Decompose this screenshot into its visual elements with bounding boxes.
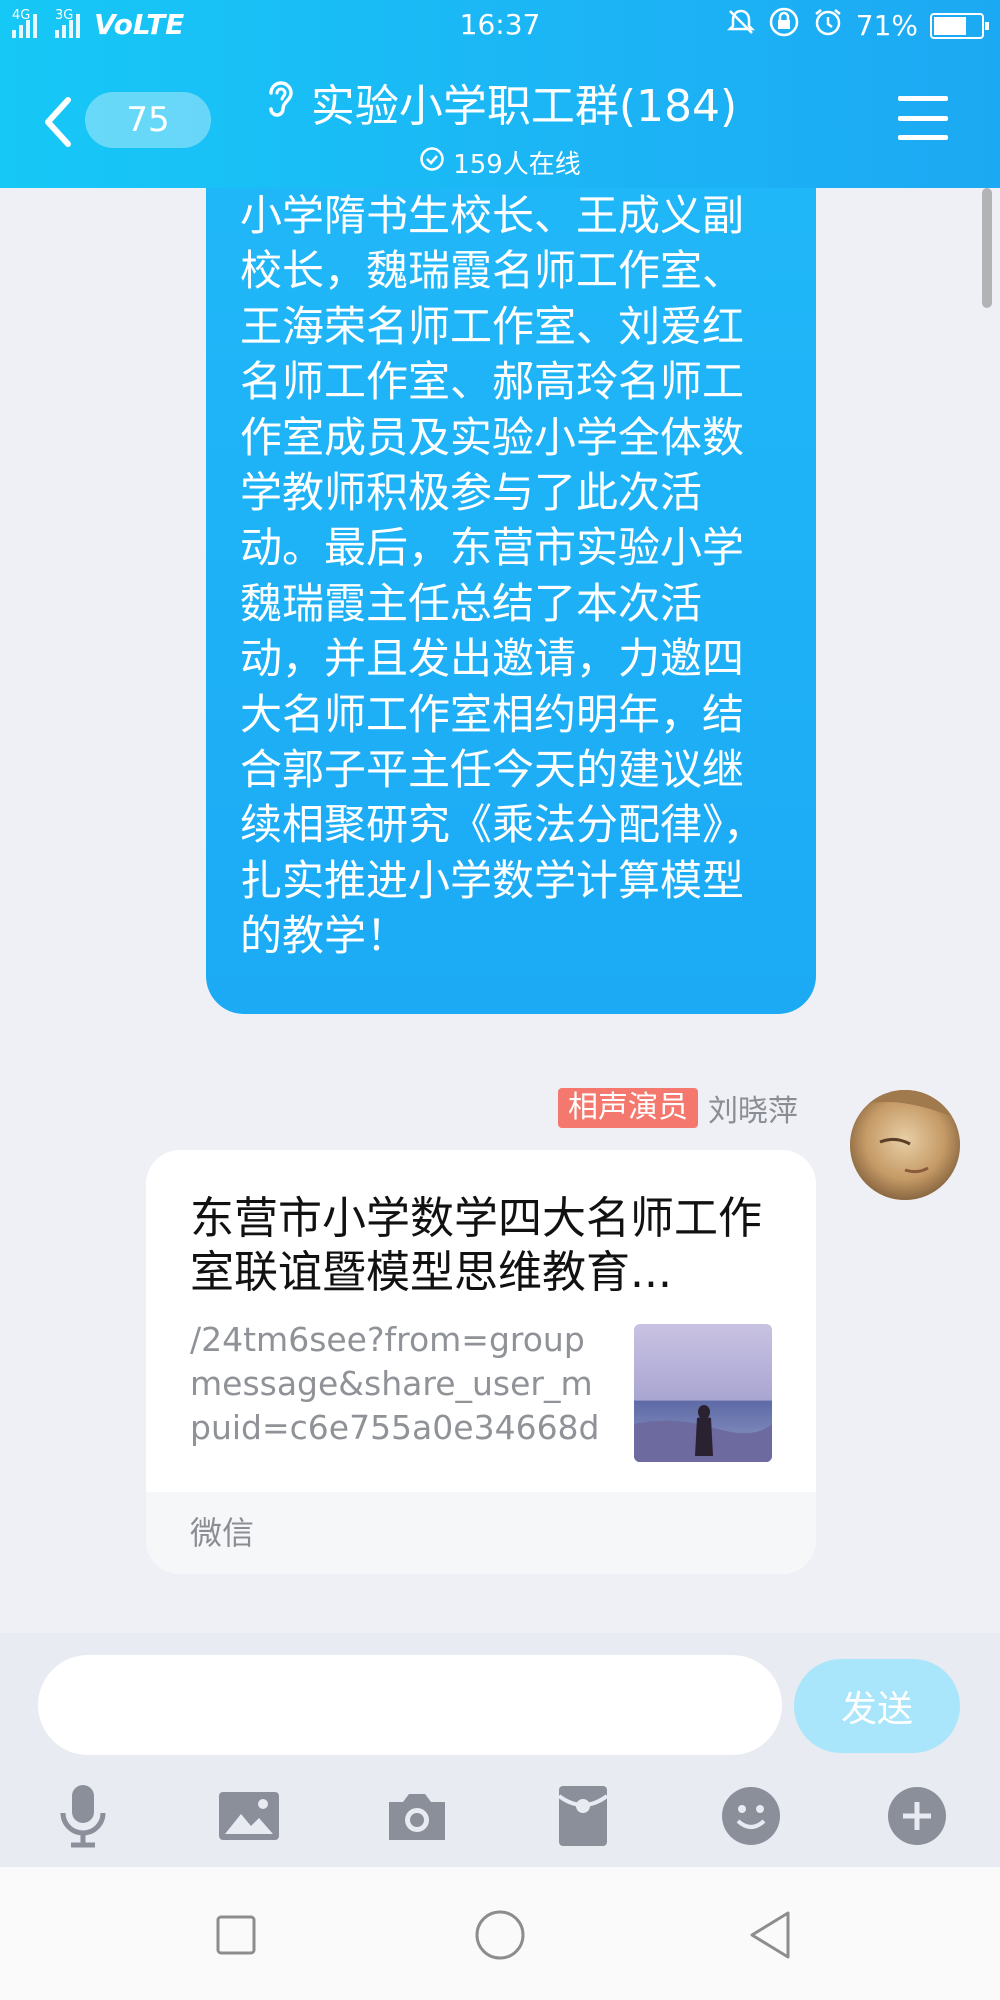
link-share-card[interactable]: 东营市小学数学四大名师工作室联谊暨模型思维教育... /24tm6see?fro… <box>146 1150 816 1574</box>
online-count: 159人在线 <box>453 150 581 180</box>
image-icon[interactable] <box>214 1781 284 1851</box>
status-right: 71% <box>726 6 989 45</box>
card-source: 微信 <box>146 1492 816 1574</box>
check-circle-icon <box>419 146 445 179</box>
online-status: 159人在线 <box>0 144 1000 181</box>
emoji-icon[interactable] <box>716 1781 786 1851</box>
plus-icon[interactable] <box>882 1781 952 1851</box>
red-packet-icon[interactable] <box>548 1781 618 1851</box>
home-icon[interactable] <box>470 1905 530 1965</box>
message-list[interactable]: 小学隋书生校长、王成义副校长，魏瑞霞名师工作室、王海荣名师工作室、刘爱红名师工作… <box>0 188 1000 1633</box>
input-area: 发送 <box>0 1633 1000 1867</box>
mute-bell-icon <box>726 7 756 44</box>
message-input[interactable] <box>38 1655 782 1755</box>
battery-percent: 71% <box>855 9 918 42</box>
page-title-row: 实验小学职工群(184) <box>263 70 737 134</box>
battery-fill <box>934 16 966 35</box>
card-url: /24tm6see?from=groupmessage&share_user_m… <box>190 1320 600 1447</box>
sender-name[interactable]: 刘晓萍 <box>708 1086 798 1130</box>
avatar[interactable] <box>850 1090 960 1200</box>
alarm-icon <box>812 6 844 45</box>
recent-apps-icon[interactable] <box>206 1905 266 1965</box>
title-area[interactable]: 实验小学职工群(184) 159人在线 <box>0 70 1000 181</box>
page-title: 实验小学职工群(184) <box>310 81 738 132</box>
back-icon[interactable] <box>740 1905 800 1965</box>
system-nav-bar <box>0 1867 1000 2000</box>
card-title: 东营市小学数学四大名师工作室联谊暨模型思维教育... <box>190 1193 762 1298</box>
sender-info: 相声演员 刘晓萍 <box>558 1086 798 1130</box>
text-message-bubble[interactable]: 小学隋书生校长、王成义副校长，魏瑞霞名师工作室、王海荣名师工作室、刘爱红名师工作… <box>206 188 816 1014</box>
status-bar: 4G 3G VoLTE 16:37 71% <box>0 0 1000 50</box>
chat-header: 4G 3G VoLTE 16:37 71% 75 实验小学职工群(184) 15… <box>0 0 1000 188</box>
send-button[interactable]: 发送 <box>794 1659 960 1753</box>
card-thumbnail <box>634 1324 772 1462</box>
menu-icon[interactable] <box>898 96 948 140</box>
lock-rotation-icon <box>768 6 800 45</box>
ear-icon <box>263 75 297 130</box>
sender-title-badge: 相声演员 <box>558 1088 698 1128</box>
microphone-icon[interactable] <box>48 1781 118 1851</box>
scrollbar[interactable] <box>982 188 992 308</box>
battery-icon <box>930 12 989 39</box>
camera-icon[interactable] <box>382 1781 452 1851</box>
